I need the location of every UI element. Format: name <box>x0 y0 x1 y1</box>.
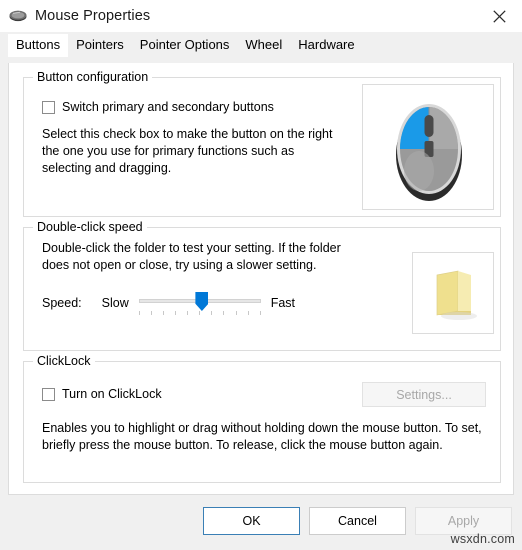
apply-button[interactable]: Apply <box>415 507 512 535</box>
switch-buttons-checkbox[interactable] <box>42 100 55 114</box>
tab-strip: Buttons Pointers Pointer Options Wheel H… <box>0 32 522 57</box>
clicklock-description: Enables you to highlight or drag without… <box>42 421 482 452</box>
cancel-button[interactable]: Cancel <box>309 507 406 535</box>
group-double-click-speed: Double-click speed Double-click the fold… <box>23 220 501 351</box>
group-button-configuration: Button configuration Switch primary and … <box>23 70 501 217</box>
title-bar: Mouse Properties <box>0 0 522 32</box>
tab-pointer-options[interactable]: Pointer Options <box>131 34 238 57</box>
slow-label: Slow <box>101 296 129 310</box>
group-title-clicklock: ClickLock <box>33 354 95 368</box>
clicklock-label: Turn on ClickLock <box>62 387 162 401</box>
group-title-double-click-speed: Double-click speed <box>33 220 147 234</box>
group-clicklock: ClickLock Turn on ClickLock Settings... … <box>23 354 501 483</box>
mouse-preview-box <box>362 84 494 210</box>
close-icon[interactable] <box>476 0 522 32</box>
group-title-button-configuration: Button configuration <box>33 70 153 84</box>
switch-buttons-checkbox-row[interactable]: Switch primary and secondary buttons <box>42 100 274 114</box>
folder-icon[interactable] <box>413 270 495 338</box>
tab-wheel[interactable]: Wheel <box>237 34 291 57</box>
mouse-icon <box>7 5 29 27</box>
tab-hardware[interactable]: Hardware <box>290 34 363 57</box>
dialog-button-bar: OK Cancel Apply <box>0 505 522 537</box>
double-click-description: Double-click the folder to test your set… <box>42 241 341 272</box>
clicklock-settings-button[interactable]: Settings... <box>362 382 486 407</box>
switch-buttons-label: Switch primary and secondary buttons <box>62 100 274 114</box>
slider-tick-marks <box>138 311 261 316</box>
speed-label: Speed: <box>42 296 82 310</box>
clicklock-checkbox-row[interactable]: Turn on ClickLock <box>42 387 162 401</box>
button-configuration-description: Select this check box to make the button… <box>42 127 333 175</box>
ok-button[interactable]: OK <box>203 507 300 535</box>
tab-pointers[interactable]: Pointers <box>68 34 132 57</box>
clicklock-checkbox[interactable] <box>42 387 55 401</box>
mouse-preview-icon <box>363 104 495 214</box>
window-title: Mouse Properties <box>35 8 151 24</box>
fast-label: Fast <box>270 296 296 310</box>
folder-preview-box[interactable] <box>412 252 494 334</box>
tab-content-panel: Button configuration Switch primary and … <box>8 63 514 495</box>
tab-buttons[interactable]: Buttons <box>8 34 69 57</box>
double-click-speed-slider[interactable] <box>138 290 261 316</box>
watermark: wsxdn.com <box>450 532 515 546</box>
slider-thumb[interactable] <box>195 292 209 311</box>
double-click-speed-slider-row[interactable]: Speed: Slow Fast <box>42 290 295 316</box>
